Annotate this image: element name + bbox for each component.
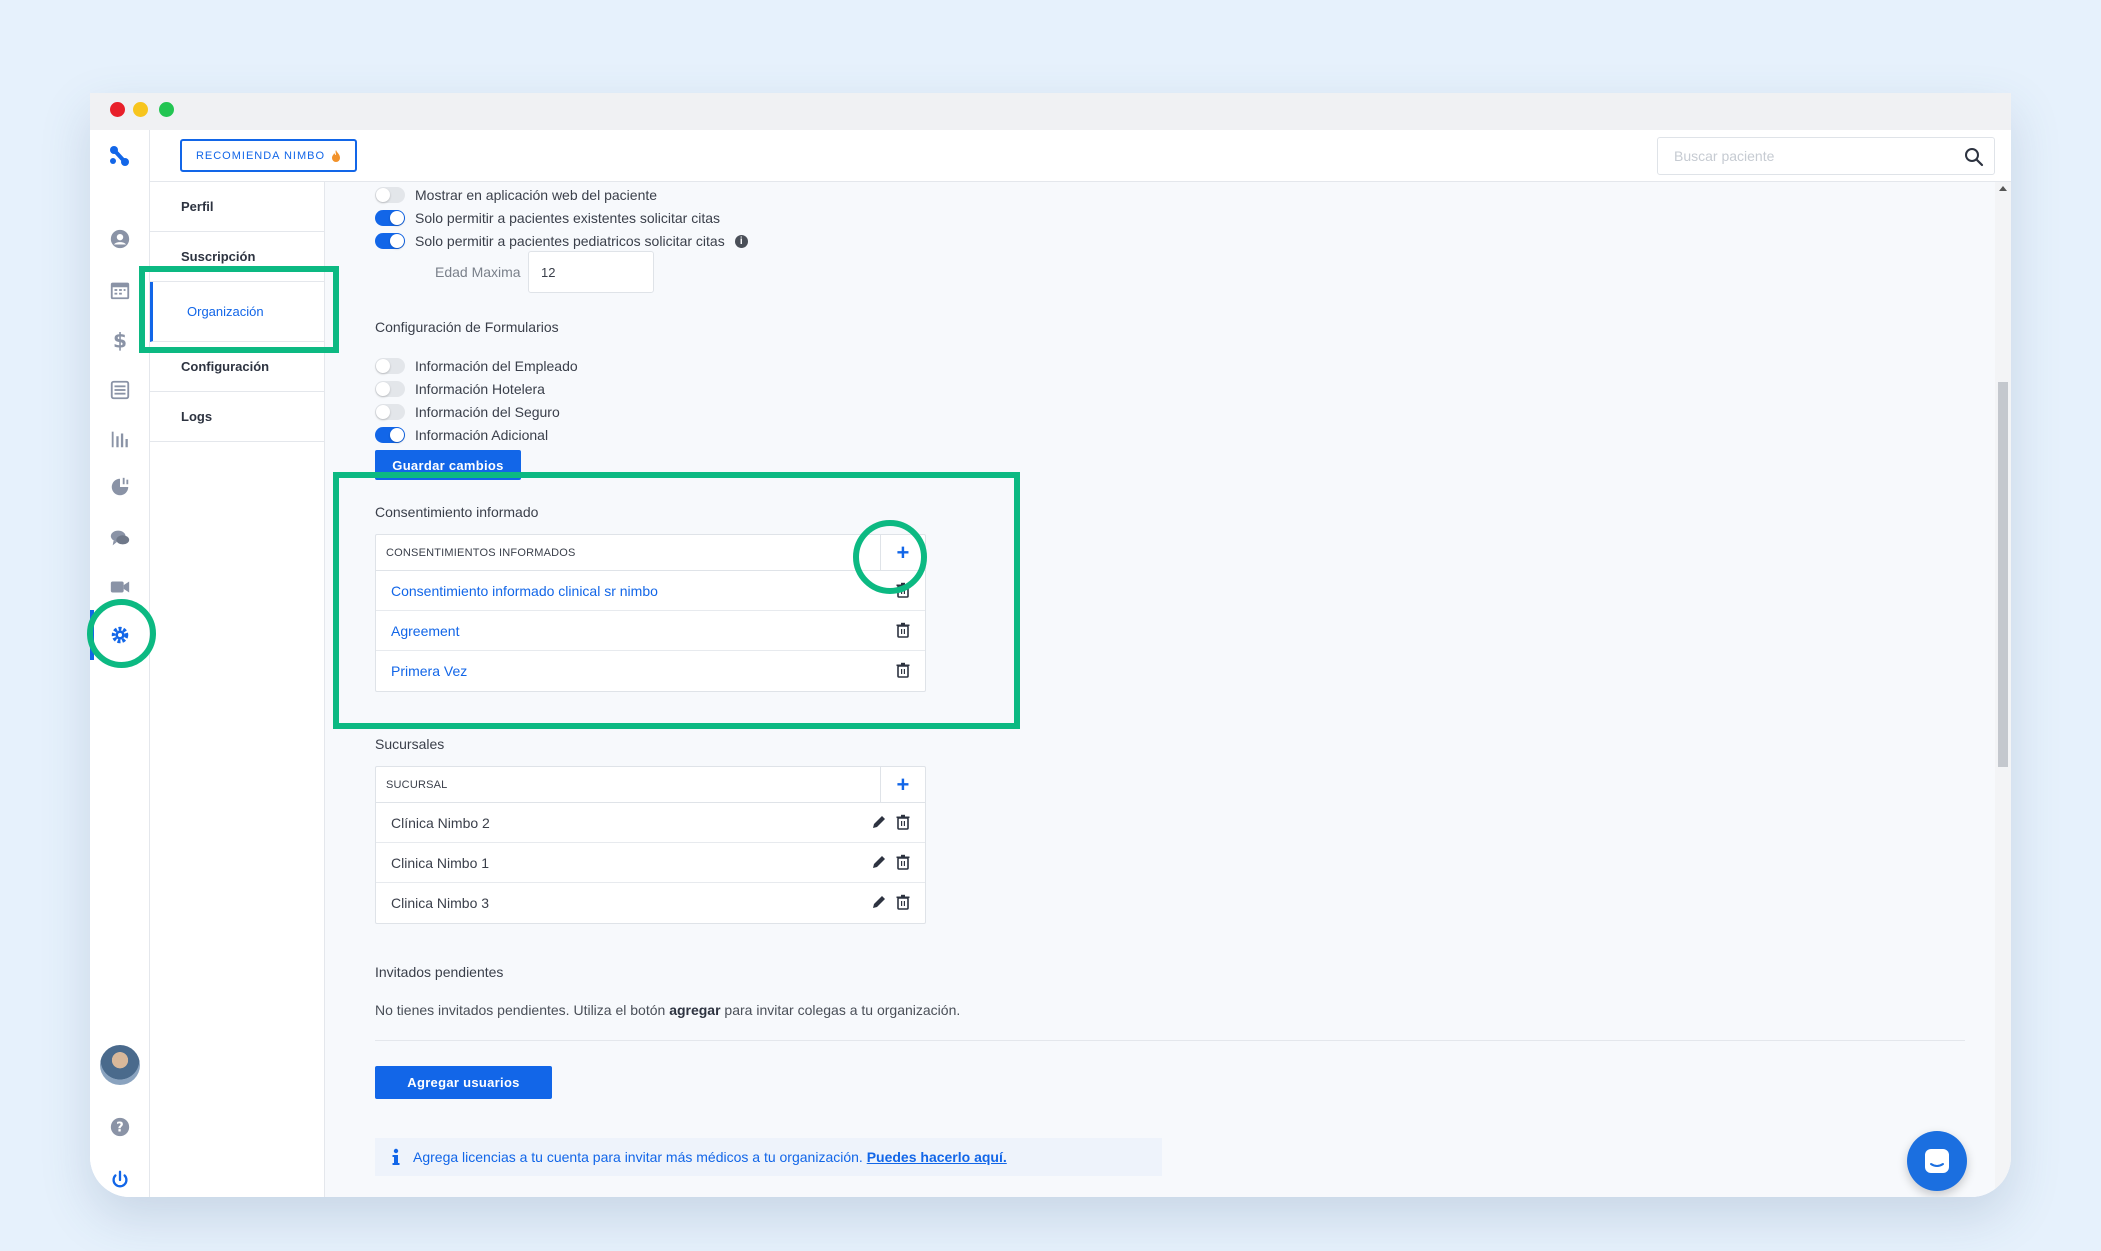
support-chat-button[interactable] bbox=[1907, 1131, 1967, 1191]
close-window-button[interactable] bbox=[110, 102, 125, 117]
chat-icon[interactable] bbox=[108, 526, 132, 550]
add-users-button[interactable]: Agregar usuarios bbox=[375, 1066, 552, 1099]
branch-row: Clínica Nimbo 2 bbox=[376, 803, 925, 843]
buy-licenses-link[interactable]: Puedes hacerlo aquí. bbox=[867, 1149, 1007, 1165]
branches-table-header: SUCURSAL + bbox=[376, 767, 925, 803]
toggle-row: Información Adicional bbox=[375, 425, 548, 445]
pending-message: No tienes invitados pendientes. Utiliza … bbox=[375, 1002, 960, 1018]
toggle-row: Información del Seguro bbox=[375, 402, 560, 422]
svg-text:?: ? bbox=[116, 1121, 123, 1136]
trash-icon[interactable] bbox=[895, 814, 911, 830]
branches-table: SUCURSAL + Clínica Nimbo 2 Clinica Nimbo… bbox=[375, 766, 926, 924]
toggle-row: Solo permitir a pacientes existentes sol… bbox=[375, 208, 720, 228]
toggle-switch[interactable] bbox=[375, 210, 405, 226]
recommend-label: RECOMIENDA NIMBO bbox=[195, 149, 326, 162]
app: $ ? RECOMIENDA NIMBO Buscar paciente Per… bbox=[90, 130, 2011, 1197]
recommend-nimbo-button[interactable]: RECOMIENDA NIMBO bbox=[180, 139, 357, 172]
branch-name: Clínica Nimbo 2 bbox=[391, 814, 490, 831]
pending-section-title: Invitados pendientes bbox=[375, 964, 504, 980]
search-input[interactable] bbox=[1674, 138, 1954, 174]
toggle-switch[interactable] bbox=[375, 358, 405, 374]
subnav-item-logs[interactable]: Logs bbox=[150, 392, 324, 442]
edit-icon[interactable] bbox=[871, 854, 887, 870]
top-bar: RECOMIENDA NIMBO bbox=[150, 130, 2011, 182]
pending-text-bold: agregar bbox=[669, 1002, 721, 1018]
maximize-window-button[interactable] bbox=[159, 102, 174, 117]
chat-bubble-icon bbox=[1925, 1149, 1949, 1173]
notice-text: Agrega licencias a tu cuenta para invita… bbox=[413, 1149, 863, 1165]
nimbo-logo-icon[interactable] bbox=[105, 142, 133, 170]
subnav-item-perfil[interactable]: Perfil bbox=[150, 182, 324, 232]
toggle-switch[interactable] bbox=[375, 404, 405, 420]
branch-row: Clinica Nimbo 1 bbox=[376, 843, 925, 883]
scroll-up-arrow[interactable] bbox=[1999, 186, 2007, 191]
max-age-input[interactable] bbox=[528, 251, 654, 293]
fire-icon bbox=[332, 149, 341, 162]
user-avatar[interactable] bbox=[100, 1045, 140, 1085]
power-icon[interactable] bbox=[108, 1168, 132, 1192]
toggle-switch[interactable] bbox=[375, 381, 405, 397]
pending-text-part: para invitar colegas a tu organización. bbox=[720, 1002, 961, 1018]
max-age-label: Edad Maxima bbox=[435, 264, 521, 280]
toggle-label: Información del Empleado bbox=[415, 358, 578, 374]
toggle-row: Información Hotelera bbox=[375, 379, 545, 399]
organization-settings: Mostrar en aplicación web del paciente S… bbox=[325, 182, 1995, 1197]
branch-row: Clinica Nimbo 3 bbox=[376, 883, 925, 923]
search-icon[interactable] bbox=[1964, 147, 1984, 167]
add-branch-button[interactable]: + bbox=[880, 767, 925, 803]
subnav-label: Configuración bbox=[181, 359, 270, 374]
toggle-label: Mostrar en aplicación web del paciente bbox=[415, 187, 658, 203]
video-icon[interactable] bbox=[108, 575, 132, 599]
list-icon[interactable] bbox=[108, 378, 132, 402]
toggle-switch[interactable] bbox=[375, 427, 405, 443]
toggle-row: Mostrar en aplicación web del paciente bbox=[375, 185, 657, 205]
trash-icon[interactable] bbox=[895, 894, 911, 910]
content-scrollbar[interactable] bbox=[1995, 182, 2011, 1197]
add-consent-highlight bbox=[853, 520, 927, 594]
pending-text-part: No tienes invitados pendientes. Utiliza … bbox=[375, 1002, 670, 1018]
bar-chart-icon[interactable] bbox=[108, 427, 132, 451]
branches-section-title: Sucursales bbox=[375, 736, 445, 752]
organization-tab-highlight bbox=[139, 266, 339, 353]
app-window: $ ? RECOMIENDA NIMBO Buscar paciente Per… bbox=[90, 93, 2011, 1197]
patient-search[interactable] bbox=[1657, 137, 1995, 175]
toggle-label: Información Adicional bbox=[415, 427, 549, 443]
scrollbar-thumb[interactable] bbox=[1998, 382, 2008, 767]
help-icon[interactable]: ? bbox=[108, 1115, 132, 1139]
toggle-label: Información Hotelera bbox=[415, 381, 545, 397]
toggle-switch[interactable] bbox=[375, 233, 405, 249]
minimize-window-button[interactable] bbox=[133, 102, 148, 117]
edit-icon[interactable] bbox=[871, 814, 887, 830]
settings-icon-highlight bbox=[87, 599, 156, 668]
user-icon[interactable] bbox=[108, 227, 132, 251]
dollar-icon[interactable]: $ bbox=[108, 328, 132, 352]
toggle-row: Solo permitir a pacientes pediatricos so… bbox=[375, 231, 748, 251]
analytics-icon[interactable] bbox=[108, 475, 132, 499]
svg-text:$: $ bbox=[113, 329, 127, 351]
branch-name: Clinica Nimbo 3 bbox=[391, 895, 490, 911]
subnav-label: Suscripción bbox=[181, 249, 256, 264]
forms-section-title: Configuración de Formularios bbox=[375, 319, 559, 335]
toggle-label: Información del Seguro bbox=[415, 404, 560, 420]
info-icon[interactable]: i bbox=[734, 234, 748, 248]
toggle-label: Solo permitir a pacientes pediatricos so… bbox=[415, 233, 725, 249]
toggle-row: Información del Empleado bbox=[375, 356, 578, 376]
license-notice: Agrega licencias a tu cuenta para invita… bbox=[375, 1138, 1162, 1176]
toggle-label: Solo permitir a pacientes existentes sol… bbox=[415, 210, 721, 226]
subnav-label: Perfil bbox=[181, 199, 214, 214]
consent-section-highlight bbox=[333, 472, 1020, 729]
subnav-label: Logs bbox=[181, 409, 213, 424]
branch-name: Clinica Nimbo 1 bbox=[391, 854, 490, 871]
toggle-switch[interactable] bbox=[375, 187, 405, 203]
title-bar bbox=[90, 93, 2011, 130]
column-header: SUCURSAL bbox=[386, 778, 448, 791]
trash-icon[interactable] bbox=[895, 854, 911, 870]
calendar-icon[interactable] bbox=[108, 278, 132, 302]
edit-icon[interactable] bbox=[871, 894, 887, 910]
divider bbox=[375, 1040, 1965, 1041]
info-icon bbox=[392, 1148, 400, 1165]
